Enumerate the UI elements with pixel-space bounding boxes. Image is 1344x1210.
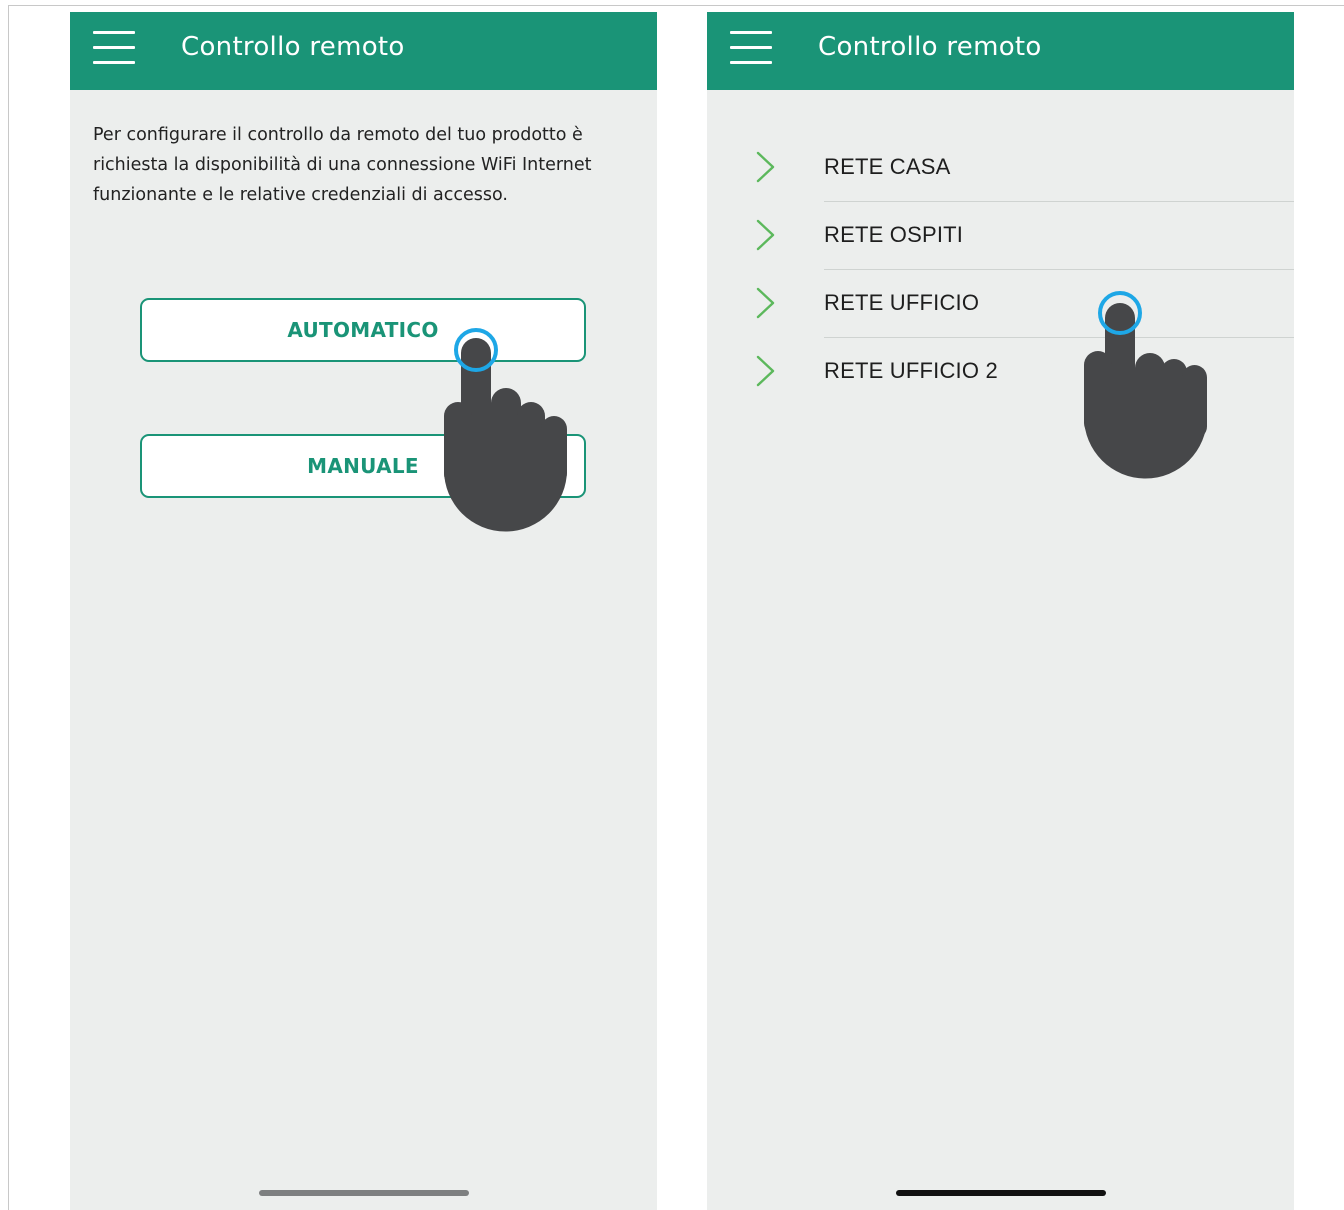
network-item-rete-ufficio[interactable]: RETE UFFICIO (707, 270, 1294, 338)
hamburger-menu-icon[interactable] (730, 29, 772, 67)
app-title: Controllo remoto (181, 32, 405, 62)
intro-text: Per configurare il controllo da remoto d… (93, 125, 592, 205)
home-indicator[interactable] (895, 1190, 1106, 1196)
chevron-right-icon (756, 151, 775, 183)
network-label: RETE CASA (824, 154, 951, 179)
network-label: RETE UFFICIO (824, 290, 980, 315)
automatic-button[interactable]: AUTOMATICO (140, 298, 586, 362)
network-label: RETE OSPITI (824, 222, 964, 247)
chevron-right-icon (756, 287, 775, 319)
phone-screen-setup-mode: Controllo remoto Per configurare il cont… (70, 12, 657, 1210)
network-item-rete-casa[interactable]: RETE CASA (707, 134, 1294, 202)
manual-button[interactable]: MANUALE (140, 434, 586, 498)
chevron-right-icon (756, 219, 775, 251)
home-indicator[interactable] (258, 1190, 469, 1196)
network-item-rete-ufficio-2[interactable]: RETE UFFICIO 2 (707, 338, 1294, 406)
network-item-rete-ospiti[interactable]: RETE OSPITI (707, 202, 1294, 270)
network-list: RETE CASA RETE OSPITI RETE UFFICIO RETE … (707, 134, 1294, 406)
chevron-right-icon (756, 355, 775, 387)
app-title: Controllo remoto (818, 32, 1042, 62)
phone-screen-network-list: Controllo remoto RETE CASA RETE OSPITI R… (707, 12, 1294, 1210)
network-label: RETE UFFICIO 2 (824, 358, 998, 383)
app-bar: Controllo remoto (707, 12, 1294, 90)
hamburger-menu-icon[interactable] (93, 29, 135, 67)
app-bar: Controllo remoto (70, 12, 657, 90)
